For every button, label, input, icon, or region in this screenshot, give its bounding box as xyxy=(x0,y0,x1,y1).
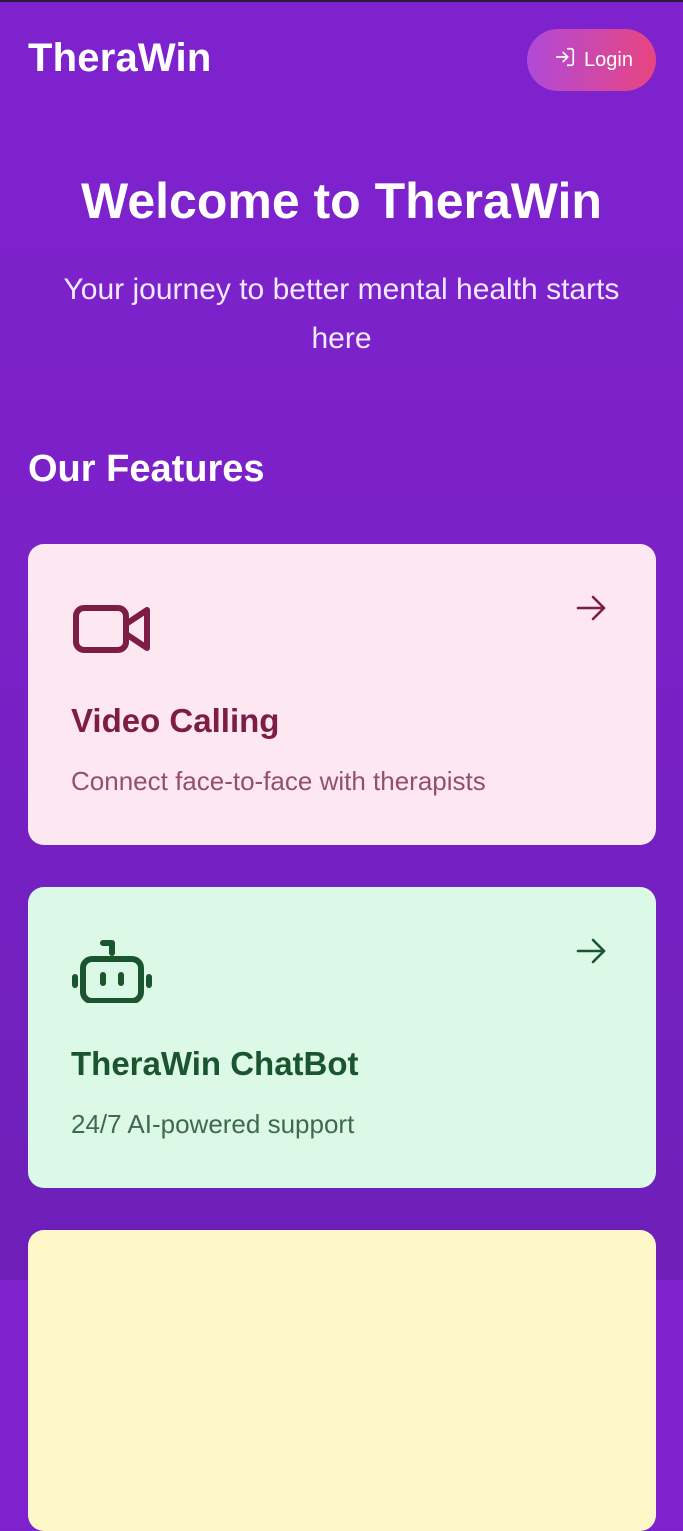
feature-description: Connect face-to-face with therapists xyxy=(71,766,486,796)
login-button[interactable]: Login xyxy=(527,29,656,91)
feature-card-chatbot[interactable]: TheraWin ChatBot 24/7 AI-powered support xyxy=(28,887,656,1188)
app-brand: TheraWin xyxy=(28,36,212,80)
feature-card-video-calling[interactable]: Video Calling Connect face-to-face with … xyxy=(28,544,656,845)
login-icon xyxy=(554,46,576,74)
features-heading: Our Features xyxy=(28,448,265,490)
feature-title: Video Calling xyxy=(71,702,280,739)
app-header: TheraWin Login xyxy=(0,0,683,120)
video-camera-icon xyxy=(71,596,153,660)
feature-title: TheraWin ChatBot xyxy=(71,1045,359,1082)
feature-card-partial[interactable] xyxy=(28,1230,656,1531)
login-label: Login xyxy=(584,48,633,71)
robot-icon xyxy=(71,939,153,1004)
arrow-right-icon[interactable] xyxy=(573,933,609,969)
hero-title: Welcome to TheraWin xyxy=(81,173,602,229)
hero-subtitle: Your journey to better mental health sta… xyxy=(63,273,620,355)
arrow-right-icon[interactable] xyxy=(573,590,609,626)
feature-description: 24/7 AI-powered support xyxy=(71,1109,355,1139)
